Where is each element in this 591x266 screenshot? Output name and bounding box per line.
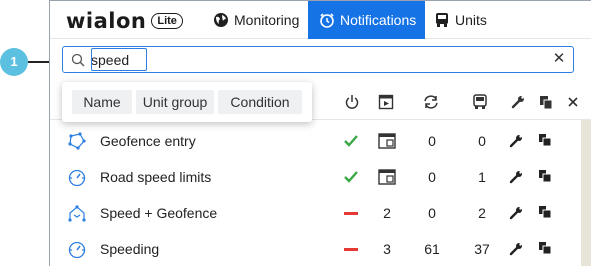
- copy-row-icon[interactable]: [538, 205, 552, 219]
- tab-monitoring-label: Monitoring: [234, 12, 300, 28]
- speedometer-icon: [67, 167, 87, 187]
- notification-name: Speed + Geofence: [100, 205, 218, 221]
- trigger-count: 0: [428, 205, 436, 221]
- close-icon[interactable]: [563, 92, 583, 112]
- notification-row-speeding[interactable]: Speeding 3 61 37: [50, 231, 581, 266]
- edit-wrench-icon[interactable]: [508, 133, 524, 149]
- search-filter-dropdown: Name Unit group Condition: [62, 82, 312, 122]
- copy-row-icon[interactable]: [538, 133, 552, 147]
- notification-name: Road speed limits: [100, 169, 212, 185]
- enabled-check-icon[interactable]: [342, 168, 360, 186]
- wrench-icon[interactable]: [508, 92, 528, 112]
- notification-name: Speeding: [100, 241, 160, 257]
- tab-units[interactable]: Units: [433, 1, 495, 39]
- disabled-dash-icon[interactable]: [342, 204, 360, 222]
- template-count: 2: [383, 205, 391, 221]
- notification-name: Geofence entry: [100, 133, 196, 149]
- notifications-panel: wialon Lite Monitoring Notifications Uni…: [49, 0, 591, 266]
- map-strip: [581, 120, 591, 266]
- filter-option-condition[interactable]: Condition: [218, 90, 302, 114]
- tab-notifications-label: Notifications: [340, 12, 417, 28]
- edit-wrench-icon[interactable]: [508, 241, 524, 257]
- filter-option-name[interactable]: Name: [72, 90, 132, 114]
- callout-marker: 1: [0, 48, 28, 76]
- truck-icon: [433, 12, 450, 29]
- logo-lite-badge: Lite: [151, 13, 183, 29]
- clear-search-button[interactable]: ✕: [551, 51, 567, 67]
- top-bar: wialon Lite Monitoring Notifications Uni…: [50, 1, 591, 39]
- speedometer-icon: [67, 239, 87, 259]
- unit-count: 1: [478, 169, 486, 185]
- notification-row-road-speed-limits[interactable]: Road speed limits 0 1: [50, 159, 581, 195]
- search-icon: [71, 53, 85, 67]
- template-icon[interactable]: [376, 169, 398, 188]
- trigger-count: 0: [428, 169, 436, 185]
- trigger-count: 61: [424, 241, 440, 257]
- trigger-count: 0: [428, 133, 436, 149]
- disabled-dash-icon[interactable]: [342, 240, 360, 258]
- play-square-icon[interactable]: [376, 92, 396, 112]
- refresh-icon[interactable]: [421, 92, 441, 112]
- logo: wialon Lite: [66, 10, 183, 32]
- notification-row-geofence-entry[interactable]: Geofence entry 0 0: [50, 123, 581, 159]
- unit-count: 37: [474, 241, 490, 257]
- alarm-clock-icon: [318, 12, 335, 29]
- power-icon[interactable]: [342, 92, 362, 112]
- unit-count: 2: [478, 205, 486, 221]
- unit-count: 0: [478, 133, 486, 149]
- truck-header-icon[interactable]: [470, 92, 490, 112]
- geofence-icon: [67, 131, 87, 151]
- tab-notifications[interactable]: Notifications: [308, 1, 425, 39]
- search-input[interactable]: [91, 48, 291, 71]
- globe-icon: [212, 12, 229, 29]
- tab-units-label: Units: [455, 12, 487, 28]
- enabled-check-icon[interactable]: [342, 132, 360, 150]
- template-count: 3: [383, 241, 391, 257]
- copy-row-icon[interactable]: [538, 241, 552, 255]
- search-field[interactable]: ✕: [62, 46, 574, 73]
- copy-row-icon[interactable]: [538, 169, 552, 183]
- filter-option-unit-group[interactable]: Unit group: [136, 90, 214, 114]
- notification-row-speed-geofence[interactable]: Speed + Geofence 2 0 2: [50, 195, 581, 231]
- speed-geofence-icon: [67, 203, 87, 223]
- logo-word: wialon: [66, 9, 147, 33]
- edit-wrench-icon[interactable]: [508, 169, 524, 185]
- tab-monitoring[interactable]: Monitoring: [212, 1, 308, 39]
- copy-icon[interactable]: [536, 92, 556, 112]
- edit-wrench-icon[interactable]: [508, 205, 524, 221]
- template-icon[interactable]: [376, 133, 398, 152]
- callout-number: 1: [10, 54, 18, 69]
